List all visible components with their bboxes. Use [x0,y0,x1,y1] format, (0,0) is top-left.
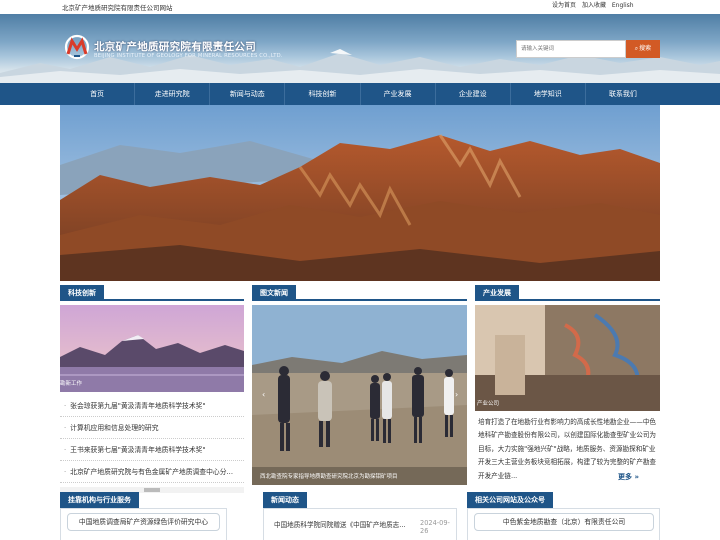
photo-news-caption[interactable]: 西北勘查院专家指导地质勘查研究院北京为勘探钼矿项目 [260,472,398,480]
institutions-section-title[interactable]: 挂靠机构与行业服务 [60,492,139,508]
list-item-text: 王书来获第七届"黄汲清青年地质科学技术奖" [70,446,206,454]
institutions-section-header: 挂靠机构与行业服务 [60,492,227,508]
bullet-icon: · [64,468,67,476]
search-button[interactable]: ⌕搜索 [626,40,660,58]
nav-item-news[interactable]: 新闻与动态 [210,83,286,105]
news-item-title[interactable]: 中国地质科学院同院赠送《中国矿产地质志... [274,519,406,529]
more-link-label: 更多 [618,473,632,481]
nav-item-contact[interactable]: 联系我们 [586,83,660,105]
related-panel: 中色紫金地质勘查（北京）有限责任公司 [467,508,660,540]
company-logo-icon [64,34,90,60]
list-item-text: 计算机应用和信息处理的研究 [70,424,159,432]
hero-banner-image[interactable] [60,105,660,281]
industry-section-image[interactable] [475,305,660,411]
header-banner: 北京矿产地质研究院有限责任公司 BEIJING INSTITUTE OF GEO… [0,14,720,83]
tech-section-header: 科技创新 [60,285,244,301]
list-item[interactable]: · 张会琼获第九届"黄汲清青年地质科学技术奖" [60,395,244,417]
list-item-text: 北京矿产地质研究院与有色金属矿产地质调查中心分... [70,468,233,476]
tech-news-list: · 张会琼获第九届"黄汲清青年地质科学技术奖" · 计算机应用和信息处理的研究 · 王… [60,395,244,483]
next-arrow-icon[interactable]: › [455,390,458,399]
nav-item-enterprise[interactable]: 企业建设 [436,83,511,105]
photo-news-section-header: 图文新闻 [252,285,467,301]
english-link[interactable]: English [612,2,634,9]
industry-section-header: 产业发展 [475,285,660,301]
news-section-header: 新闻动态 [263,492,457,508]
bullet-icon: · [64,424,67,432]
top-bar: 北京矿产地质研究院有限责任公司网站 设为首页 加入收藏 English [0,0,720,14]
search-icon: ⌕ [634,45,639,52]
double-chevron-right-icon: » [634,473,639,481]
tech-section-image[interactable] [60,305,244,392]
search-button-label: 搜索 [639,45,652,52]
bullet-icon: · [64,402,67,410]
top-links: 设为首页 加入收藏 English [552,0,638,9]
tech-image-caption: 勘新工作 [60,381,83,387]
news-section-title[interactable]: 新闻动态 [263,492,307,508]
nav-item-industry[interactable]: 产业发展 [361,83,436,105]
industry-more-link[interactable]: 更多 » [618,472,639,482]
list-item[interactable]: · 王书来获第七届"黄汲清青年地质科学技术奖" [60,439,244,461]
news-panel: 中国地质科学院同院赠送《中国矿产地质志... 2024-09-26 [263,508,457,540]
nav-item-about[interactable]: 走进研究院 [135,83,211,105]
list-item[interactable]: · 北京矿产地质研究院与有色金属矿产地质调查中心分... [60,461,244,483]
add-favorite-link[interactable]: 加入收藏 [582,2,606,9]
industry-image-caption: 产业公司 [477,401,500,407]
photo-news-section-title[interactable]: 图文新闻 [252,285,296,301]
tech-section-title[interactable]: 科技创新 [60,285,104,301]
bullet-icon: · [64,446,67,454]
nav-item-innovation[interactable]: 科技创新 [285,83,361,105]
institution-link[interactable]: 中国地质调查局矿产资源绿色评价研究中心 [67,513,220,531]
search-input[interactable] [516,40,626,58]
related-section-title[interactable]: 相关公司网站及公众号 [467,492,553,508]
list-item-text: 张会琼获第九届"黄汲清青年地质科学技术奖" [70,402,206,410]
industry-section-title[interactable]: 产业发展 [475,285,519,301]
institutions-panel: 中国地质调查局矿产资源绿色评价研究中心 [60,508,227,540]
news-item-date: 2024-09-26 [420,519,450,535]
company-name-cn: 北京矿产地质研究院有限责任公司 [94,41,256,53]
photo-news-image[interactable] [252,305,467,485]
list-item[interactable]: · 计算机应用和信息处理的研究 [60,417,244,439]
set-homepage-link[interactable]: 设为首页 [552,2,576,9]
site-name: 北京矿产地质研究院有限责任公司网站 [62,4,173,12]
company-name-en: BEIJING INSTITUTE OF GEOLOGY FOR MINERAL… [94,53,283,59]
related-company-link[interactable]: 中色紫金地质勘查（北京）有限责任公司 [474,513,654,531]
nav-item-home[interactable]: 首页 [60,83,136,105]
main-nav: 首页 走进研究院 新闻与动态 科技创新 产业发展 企业建设 地学知识 联系我们 [0,83,720,105]
nav-item-geoscience[interactable]: 地学知识 [511,83,586,105]
related-section-header: 相关公司网站及公众号 [467,492,660,508]
previous-arrow-icon[interactable]: ‹ [262,390,265,399]
